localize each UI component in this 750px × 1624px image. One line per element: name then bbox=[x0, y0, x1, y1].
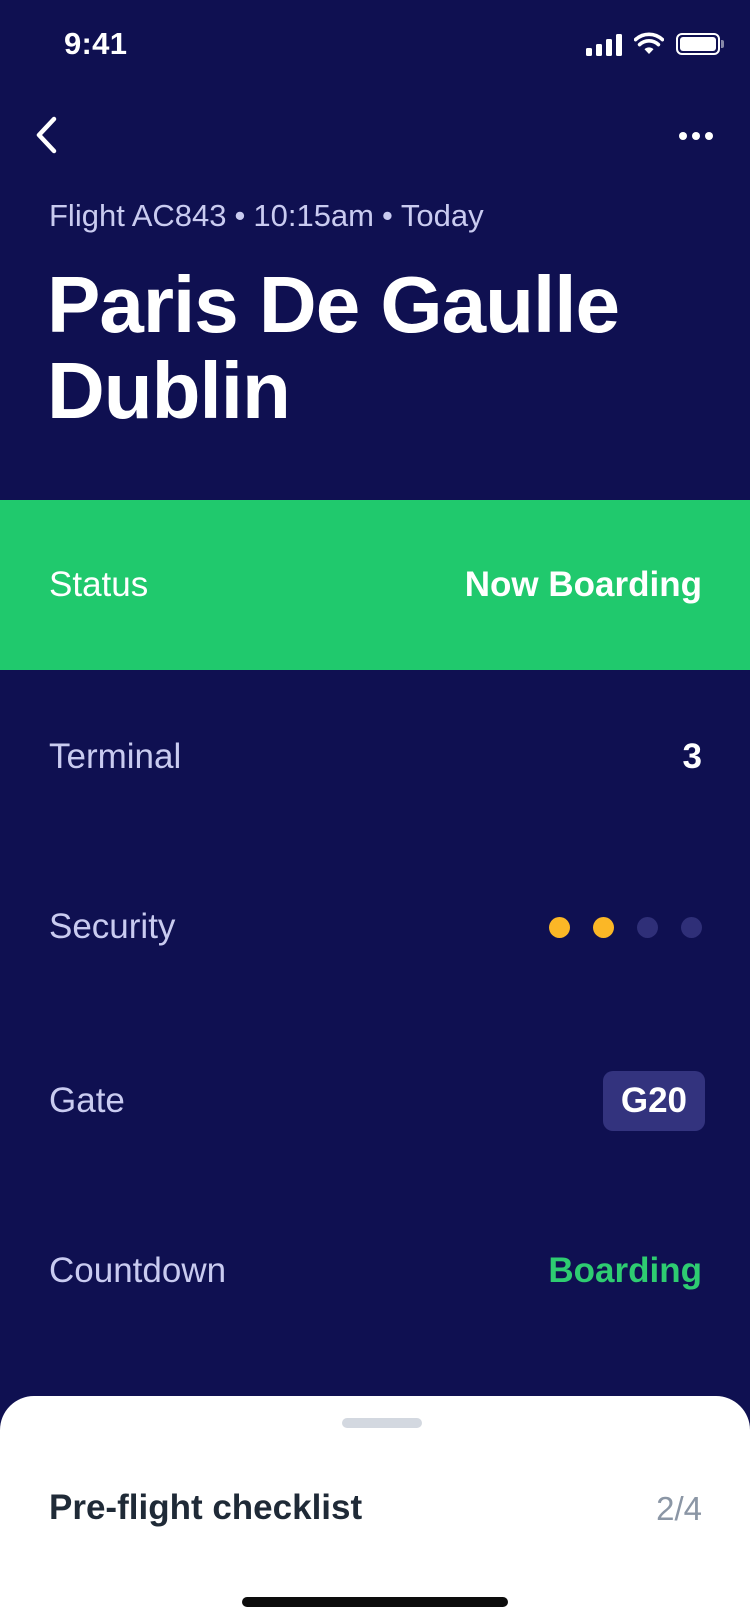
gate-badge: G20 bbox=[602, 1071, 705, 1131]
security-dot-active bbox=[593, 916, 614, 938]
more-horizontal-icon-dot bbox=[705, 132, 713, 140]
back-button[interactable] bbox=[26, 110, 66, 160]
more-horizontal-icon-dot bbox=[692, 132, 700, 140]
security-level-indicator bbox=[549, 916, 702, 938]
destination-airport: Dublin bbox=[47, 346, 291, 435]
wifi-icon bbox=[634, 32, 664, 54]
more-horizontal-icon-dot bbox=[679, 132, 687, 140]
countdown-row: Countdown Boarding bbox=[0, 1186, 750, 1356]
checklist-title: Pre-flight checklist bbox=[49, 1488, 363, 1527]
chevron-left-icon bbox=[36, 116, 57, 154]
status-bar: 9:41 bbox=[0, 0, 750, 90]
gate-row: Gate G20 bbox=[0, 1016, 750, 1186]
checklist-progress: 2/4 bbox=[656, 1490, 702, 1527]
status-row: Status Now Boarding bbox=[0, 500, 750, 670]
flight-day: Today bbox=[400, 198, 484, 233]
terminal-row: Terminal 3 bbox=[0, 672, 750, 842]
checklist-sheet[interactable]: Pre-flight checklist 2/4 bbox=[0, 1396, 750, 1624]
status-label: Status bbox=[49, 565, 149, 604]
meta-separator: • bbox=[234, 198, 246, 233]
battery-icon bbox=[676, 33, 724, 55]
meta-separator: • bbox=[382, 198, 393, 233]
sheet-drag-handle[interactable] bbox=[342, 1418, 422, 1428]
countdown-label: Countdown bbox=[49, 1251, 227, 1290]
security-dot-active bbox=[549, 916, 570, 938]
route-title: Paris De Gaulle Dublin bbox=[47, 262, 727, 434]
terminal-value: 3 bbox=[682, 737, 702, 776]
status-icons bbox=[586, 32, 724, 56]
security-dot-inactive bbox=[637, 916, 658, 938]
terminal-label: Terminal bbox=[49, 737, 182, 776]
security-dot-inactive bbox=[681, 916, 702, 938]
home-indicator bbox=[242, 1597, 508, 1607]
status-time: 9:41 bbox=[64, 26, 128, 61]
security-label: Security bbox=[49, 907, 176, 946]
flight-details-screen: 9:41 Flight AC843 • 10:15am • Today Pari… bbox=[0, 0, 750, 1624]
origin-airport: Paris De Gaulle bbox=[47, 260, 620, 349]
flight-number: Flight AC843 bbox=[49, 198, 227, 233]
gate-label: Gate bbox=[49, 1081, 125, 1120]
signal-icon bbox=[586, 32, 622, 56]
flight-time: 10:15am bbox=[253, 198, 374, 233]
security-row: Security bbox=[0, 842, 750, 1012]
more-options-button[interactable] bbox=[672, 116, 720, 156]
flight-meta: Flight AC843 • 10:15am • Today bbox=[49, 198, 484, 234]
status-value: Now Boarding bbox=[464, 565, 702, 604]
countdown-value: Boarding bbox=[548, 1251, 702, 1290]
